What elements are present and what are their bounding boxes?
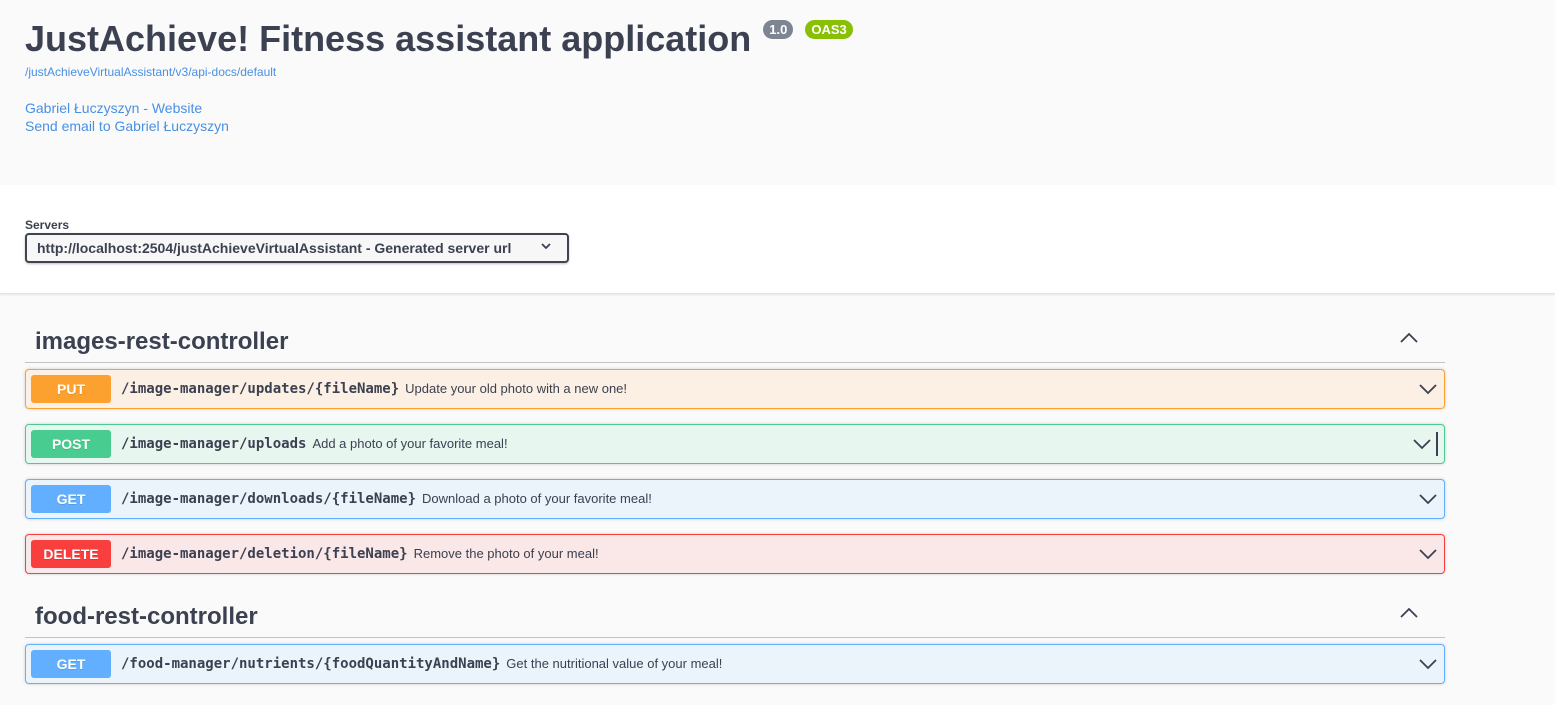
operation-path-text: /image-manager/uploads xyxy=(121,436,307,452)
text-cursor xyxy=(1436,432,1438,456)
operation-path: /image-manager/uploads Add a photo of you… xyxy=(121,436,508,452)
operation-path: /food-manager/nutrients/{foodQuantityAnd… xyxy=(121,656,722,672)
api-title-text: JustAchieve! Fitness assistant applicati… xyxy=(25,18,752,59)
operation-post-image-upload[interactable]: POST /image-manager/uploads Add a photo o… xyxy=(25,424,1445,464)
contact-website-link[interactable]: Gabriel Łuczyszyn - Website xyxy=(25,100,202,116)
api-docs-link[interactable]: /justAchieveVirtualAssistant/v3/api-docs… xyxy=(25,65,276,79)
operation-path: /image-manager/deletion/{fileName} Remove… xyxy=(121,546,599,562)
chevron-down-icon[interactable] xyxy=(1418,492,1438,506)
tag-title: food-rest-controller xyxy=(35,603,258,630)
operation-path-text: /food-manager/nutrients/{foodQuantityAnd… xyxy=(121,656,501,672)
version-badge: 1.0 xyxy=(763,20,794,39)
method-badge: GET xyxy=(31,485,111,513)
chevron-down-icon[interactable] xyxy=(1418,657,1438,671)
oas-badge: OAS3 xyxy=(805,20,853,39)
operation-path-text: /image-manager/deletion/{fileName} xyxy=(121,546,408,562)
tag-title: images-rest-controller xyxy=(35,328,289,355)
operation-summary: Remove the photo of your meal! xyxy=(413,546,599,561)
api-info-section: JustAchieve! Fitness assistant applicati… xyxy=(0,0,1555,185)
operation-get-image-download[interactable]: GET /image-manager/downloads/{fileName} D… xyxy=(25,479,1445,519)
method-badge: PUT xyxy=(31,375,111,403)
operation-get-food-nutrients[interactable]: GET /food-manager/nutrients/{foodQuantit… xyxy=(25,644,1445,684)
contact-email-link[interactable]: Send email to Gabriel Łuczyszyn xyxy=(25,118,229,134)
operation-summary: Add a photo of your favorite meal! xyxy=(312,436,508,451)
api-title: JustAchieve! Fitness assistant applicati… xyxy=(25,18,853,60)
chevron-up-icon[interactable] xyxy=(1399,606,1419,620)
operation-summary: Update your old photo with a new one! xyxy=(405,381,628,396)
operation-put-image-update[interactable]: PUT /image-manager/updates/{fileName} Upd… xyxy=(25,369,1445,409)
chevron-down-icon[interactable] xyxy=(1418,547,1438,561)
method-badge: GET xyxy=(31,650,111,678)
operation-summary: Get the nutritional value of your meal! xyxy=(506,656,723,671)
operation-path: /image-manager/updates/{fileName} Update … xyxy=(121,381,627,397)
operation-path-text: /image-manager/downloads/{fileName} xyxy=(121,491,417,507)
servers-section: Servers http://localhost:2504/justAchiev… xyxy=(0,185,1555,294)
tag-header-food[interactable]: food-rest-controller xyxy=(25,590,1445,638)
chevron-up-icon[interactable] xyxy=(1399,331,1419,345)
chevron-down-icon xyxy=(541,243,551,250)
operation-path-text: /image-manager/updates/{fileName} xyxy=(121,381,400,397)
tag-header-images[interactable]: images-rest-controller xyxy=(25,315,1445,363)
method-badge: POST xyxy=(31,430,111,458)
chevron-down-icon[interactable] xyxy=(1418,382,1438,396)
server-select[interactable]: http://localhost:2504/justAchieveVirtual… xyxy=(25,233,569,263)
chevron-down-icon[interactable] xyxy=(1412,437,1432,451)
operation-summary: Download a photo of your favorite meal! xyxy=(422,491,652,506)
operation-delete-image[interactable]: DELETE /image-manager/deletion/{fileName… xyxy=(25,534,1445,574)
servers-label: Servers xyxy=(25,218,70,232)
server-select-value: http://localhost:2504/justAchieveVirtual… xyxy=(37,240,512,256)
operation-path: /image-manager/downloads/{fileName} Downl… xyxy=(121,491,652,507)
method-badge: DELETE xyxy=(31,540,111,568)
